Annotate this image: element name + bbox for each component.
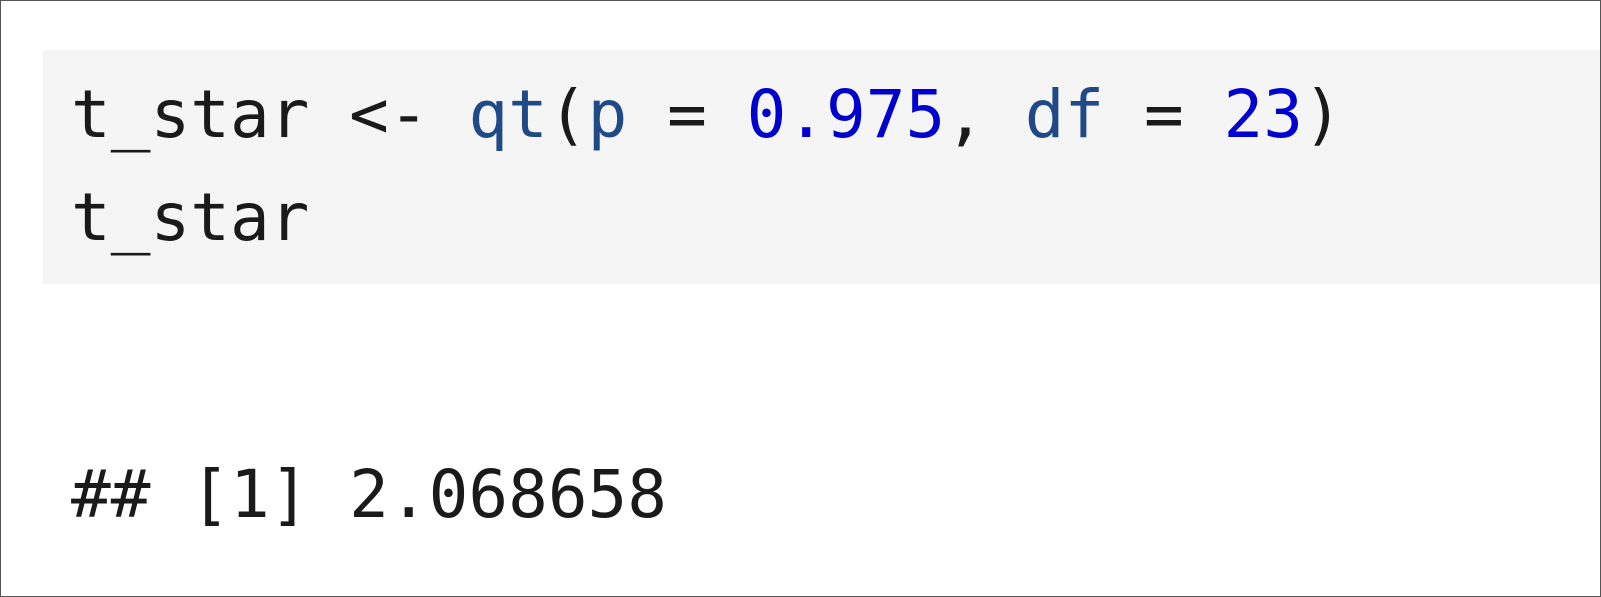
- output-text: ## [1] 2.068658: [71, 456, 668, 533]
- comma: ,: [945, 76, 1025, 153]
- argument-value-df: 23: [1223, 76, 1303, 153]
- variable-name: t_star: [71, 76, 310, 153]
- argument-name-p: p: [587, 76, 628, 153]
- equals-operator-2: =: [1104, 76, 1224, 153]
- function-name: qt: [468, 76, 548, 153]
- console-output: ## [1] 2.068658: [71, 455, 667, 535]
- document-frame: t_star <- qt(p = 0.975, df = 23) t_star …: [0, 0, 1601, 597]
- code-line-2: t_star: [71, 178, 309, 258]
- variable-echo: t_star: [71, 179, 310, 256]
- argument-name-df: df: [1024, 76, 1105, 153]
- equals-operator-1: =: [627, 76, 747, 153]
- argument-value-p: 0.975: [746, 76, 946, 153]
- assign-operator: <-: [309, 76, 469, 153]
- close-paren: ): [1302, 76, 1343, 153]
- code-line-1: t_star <- qt(p = 0.975, df = 23): [71, 75, 1343, 155]
- open-paren: (: [547, 76, 588, 153]
